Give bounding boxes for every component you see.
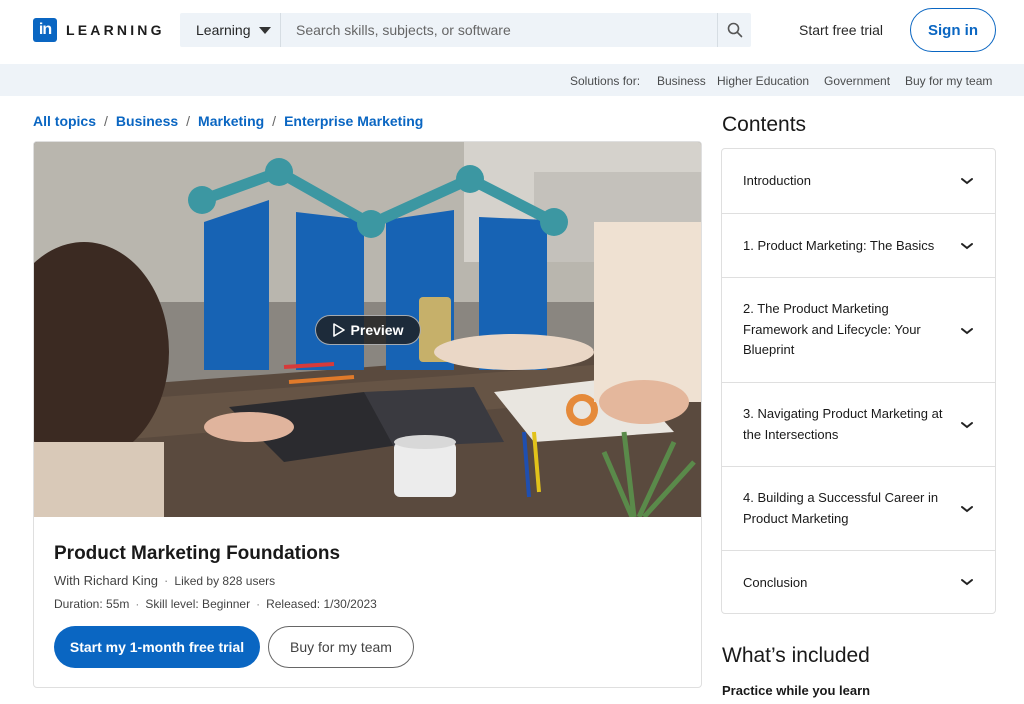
included-item-practice: Practice while you learn: [722, 683, 871, 698]
solutions-bar: Solutions for: Business Higher Education…: [0, 64, 1024, 96]
linkedin-learning-logo[interactable]: in LEARNING: [33, 18, 165, 42]
toc-item-label: Conclusion: [743, 575, 808, 590]
search-icon: [727, 22, 742, 38]
course-details: Duration: 55m · Skill level: Beginner · Rele…: [54, 597, 377, 611]
course-title: Product Marketing Foundations: [54, 543, 341, 564]
separator-dot: ·: [164, 573, 169, 588]
course-preview-image[interactable]: Preview: [34, 142, 701, 517]
search-input[interactable]: [281, 13, 717, 47]
course-card: Preview Product Marketing Foundations Wi…: [33, 141, 702, 688]
separator-dot: ·: [135, 597, 140, 611]
linkedin-logo-icon: in: [33, 18, 57, 42]
breadcrumb-business[interactable]: Business: [116, 113, 178, 129]
logo-wordmark: LEARNING: [66, 22, 165, 38]
solutions-link-business[interactable]: Business: [657, 74, 706, 88]
toc-item-introduction[interactable]: Introduction: [722, 149, 995, 213]
play-icon: [332, 323, 345, 337]
search-bar: Learning: [180, 13, 751, 47]
search-category-label: Learning: [196, 22, 251, 38]
start-free-trial-link[interactable]: Start free trial: [799, 22, 883, 38]
sign-in-button[interactable]: Sign in: [910, 8, 996, 52]
toc-item-chapter-3[interactable]: 3. Navigating Product Marketing at the I…: [722, 382, 995, 466]
instructor-name[interactable]: With Richard King: [54, 573, 158, 588]
toc-item-conclusion[interactable]: Conclusion: [722, 550, 995, 613]
contents-heading: Contents: [722, 113, 807, 136]
breadcrumb-all-topics[interactable]: All topics: [33, 113, 96, 129]
search-button[interactable]: [717, 13, 751, 47]
toc-item-label: 4. Building a Successful Career in Produ…: [743, 490, 939, 526]
toc-item-chapter-1[interactable]: 1. Product Marketing: The Basics: [722, 213, 995, 277]
solutions-label: Solutions for:: [570, 74, 641, 88]
toc-item-chapter-2[interactable]: 2. The Product Marketing Framework and L…: [722, 277, 995, 382]
chevron-down-icon: [961, 506, 973, 513]
breadcrumb-enterprise-marketing[interactable]: Enterprise Marketing: [284, 113, 423, 129]
breadcrumb: All topics / Business / Marketing / Enterprise…: [33, 113, 423, 129]
toc-item-label: 1. Product Marketing: The Basics: [743, 238, 935, 253]
solutions-link-buy-for-team[interactable]: Buy for my team: [905, 74, 992, 88]
breadcrumb-separator: /: [104, 113, 108, 129]
whats-included-heading: What’s included: [722, 644, 870, 667]
breadcrumb-separator: /: [186, 113, 191, 129]
caret-down-icon: [258, 26, 271, 34]
breadcrumb-separator: /: [272, 113, 277, 129]
separator-dot: ·: [256, 597, 261, 611]
contents-accordion: Introduction 1. Product Marketing: The B…: [721, 148, 996, 614]
course-skill-level: Skill level: Beginner: [145, 597, 251, 611]
likes-count: Liked by 828 users: [174, 574, 276, 588]
chevron-down-icon: [961, 422, 973, 429]
preview-button[interactable]: Preview: [315, 315, 421, 345]
chevron-down-icon: [961, 579, 973, 586]
preview-label: Preview: [350, 322, 404, 338]
chevron-down-icon: [961, 243, 973, 250]
start-free-trial-button[interactable]: Start my 1-month free trial: [54, 626, 260, 668]
breadcrumb-marketing[interactable]: Marketing: [198, 113, 264, 129]
course-byline: With Richard King · Liked by 828 users: [54, 573, 275, 588]
toc-item-label: Introduction: [743, 173, 811, 188]
top-header: in LEARNING Learning Start free trial Si…: [0, 0, 1024, 64]
toc-item-label: 2. The Product Marketing Framework and L…: [743, 301, 921, 357]
solutions-link-government[interactable]: Government: [824, 74, 890, 88]
course-release-date: Released: 1/30/2023: [266, 597, 377, 611]
chevron-down-icon: [961, 328, 973, 335]
solutions-link-higher-education[interactable]: Higher Education: [717, 74, 809, 88]
chevron-down-icon: [961, 178, 973, 185]
buy-for-team-button[interactable]: Buy for my team: [268, 626, 414, 668]
course-duration: Duration: 55m: [54, 597, 130, 611]
search-category-dropdown[interactable]: Learning: [180, 13, 281, 47]
toc-item-chapter-4[interactable]: 4. Building a Successful Career in Produ…: [722, 466, 995, 550]
toc-item-label: 3. Navigating Product Marketing at the I…: [743, 406, 943, 442]
